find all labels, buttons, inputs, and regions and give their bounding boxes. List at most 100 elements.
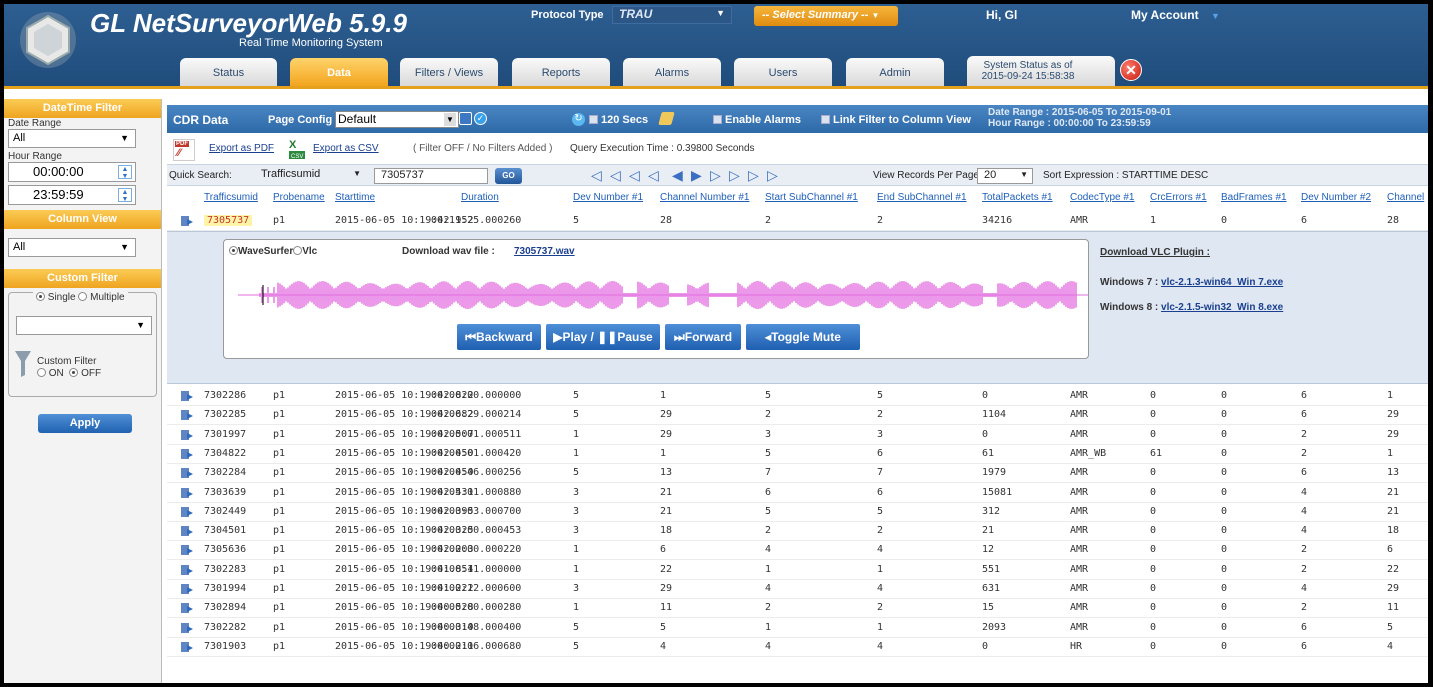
col-crcerrors-1[interactable]: CrcErrors #1 [1150,192,1207,203]
next-five-icon[interactable]: ▷ [710,168,721,182]
forward-button[interactable]: ⏭Forward [665,324,741,350]
col-channel-number-1[interactable]: Channel Number #1 [660,192,750,203]
off-radio[interactable] [69,368,79,377]
row-expand-icon[interactable] [181,525,193,537]
check-icon[interactable]: ✓ [474,112,487,125]
table-row[interactable]: 7303639 p1 2015-06-05 10:19:42.431 00:05:01… [167,484,1428,503]
col-end-subchannel-1[interactable]: End SubChannel #1 [877,192,967,203]
prev-ten-icon[interactable]: ◁ [629,168,640,182]
table-row[interactable]: 7302283 p1 2015-06-05 10:19:41.854 00:00:11… [167,561,1428,580]
multiple-radio[interactable] [78,292,88,301]
csv-icon[interactable]: X CSV [287,138,307,160]
row-expand-icon[interactable] [181,544,193,556]
last-page-icon[interactable]: ▷ [767,168,778,182]
tab-users[interactable]: Users [734,58,832,86]
table-row[interactable]: 7302284 p1 2015-06-05 10:19:42.450 00:00:46… [167,464,1428,484]
row-expand-icon[interactable] [181,429,193,441]
col-dev-number-2[interactable]: Dev Number #2 [1301,192,1371,203]
row-expand-icon[interactable] [181,622,193,634]
toggle-mute-button[interactable]: ◂Toggle Mute [746,324,860,350]
row-expand-icon[interactable] [181,448,193,460]
refresh-interval[interactable]: 120 Secs [589,114,648,126]
row-expand-icon[interactable] [181,409,193,421]
error-x-icon[interactable]: ✕ [1120,59,1142,81]
col-badframes-1[interactable]: BadFrames #1 [1221,192,1287,203]
row-expand-icon[interactable] [181,564,193,576]
tab-alarms[interactable]: Alarms [623,58,721,86]
row-expand-icon[interactable] [181,583,193,595]
row-expand-icon[interactable] [181,487,193,499]
col-start-subchannel-1[interactable]: Start SubChannel #1 [765,192,858,203]
col-channel[interactable]: Channel [1387,192,1424,203]
col-probename[interactable]: Probename [273,192,325,203]
summary-select[interactable]: -- Select Summary -- ▼ [754,6,898,26]
search-field-select[interactable]: Trafficsumid ▼ [255,168,365,184]
vlc-radio[interactable] [293,246,303,255]
export-csv-link[interactable]: Export as CSV [313,143,379,154]
go-button[interactable]: GO [495,168,522,184]
row-expand-icon[interactable] [181,602,193,614]
col-codectype-1[interactable]: CodecType #1 [1070,192,1135,203]
custom-filter-select[interactable]: ▼ [16,316,152,335]
table-row[interactable]: 7305636 p1 2015-06-05 10:19:42.203 00:00:00… [167,541,1428,561]
edit-pencil-icon[interactable] [658,112,675,125]
row-expand-icon[interactable] [181,467,193,479]
link-filter-toggle[interactable]: Link Filter to Column View [821,114,971,126]
row-expand-icon[interactable] [181,215,193,227]
tab-filters-views[interactable]: Filters / Views [400,58,498,86]
next-ten-icon[interactable]: ▷ [729,168,740,182]
audio-waveform[interactable] [238,272,1098,318]
prev-five-icon[interactable]: ◁ [648,168,659,182]
play-pause-button[interactable]: ▶Play / ❚❚Pause [546,324,660,350]
table-row[interactable]: 7301997 p1 2015-06-05 10:19:42.507 00:00:01… [167,426,1428,445]
table-row[interactable]: 7302285 p1 2015-06-05 10:19:42.682 00:00:29… [167,406,1428,426]
hour-from-input[interactable]: 00:00:00 ▲ ▼ [8,162,136,182]
apply-button[interactable]: Apply [38,414,132,433]
system-status-tab[interactable]: System Status as of 2015-09-24 15:58:38 [967,56,1115,86]
table-row[interactable]: 7301903 p1 2015-06-05 10:19:40.211 00:00:06… [167,638,1428,657]
col-starttime[interactable]: Starttime [335,192,375,203]
tab-reports[interactable]: Reports [512,58,610,86]
tab-status[interactable]: Status [180,58,277,86]
table-row[interactable]: 7302286 p1 2015-06-05 10:19:42.822 00:00:00… [167,387,1428,406]
table-row[interactable]: 7304501 p1 2015-06-05 10:19:42.325 00:00:00… [167,522,1428,542]
col-duration[interactable]: Duration [461,192,499,203]
enable-alarms-checkbox[interactable] [713,115,722,124]
refresh-checkbox[interactable] [589,115,598,124]
my-account-menu[interactable]: My Account [1131,8,1199,22]
col-dev-number-1[interactable]: Dev Number #1 [573,192,643,203]
refresh-icon[interactable]: ↻ [572,113,585,126]
table-row[interactable]: 7301994 p1 2015-06-05 10:19:41.222 00:00:12… [167,580,1428,599]
link-filter-checkbox[interactable] [821,115,830,124]
vlc-win7-link[interactable]: vlc-2.1.3-win64_Win 7.exe [1161,277,1283,288]
row-expand-icon[interactable] [181,641,193,653]
export-pdf-link[interactable]: Export as PDF [209,143,274,154]
page-config-select[interactable]: Default ▼ [335,111,459,128]
date-range-select[interactable]: All ▼ [8,129,136,148]
wavesurfer-radio[interactable] [229,246,238,255]
next-page-icon[interactable]: ▶ [691,168,702,182]
column-view-select[interactable]: All ▼ [8,238,136,257]
search-input[interactable]: 7305737 [374,168,488,184]
tab-admin[interactable]: Admin [846,58,944,86]
backward-button[interactable]: ⏮Backward [457,324,541,350]
on-radio[interactable] [37,368,46,377]
table-row[interactable]: 7305737 p1 2015-06-05 10:19:42.952 00:11:25… [167,212,1428,231]
hour-to-input[interactable]: 23:59:59 ▲ ▼ [8,185,136,205]
col-totalpackets-1[interactable]: TotalPackets #1 [982,192,1053,203]
chevron-down-icon[interactable]: ▼ [1211,11,1220,21]
download-wav-link[interactable]: 7305737.wav [514,246,575,257]
vlc-win8-link[interactable]: vlc-2.1.5-win32_Win 8.exe [1161,302,1283,313]
spinner-icon[interactable]: ▲ ▼ [118,188,132,203]
table-row[interactable]: 7302894 p1 2015-06-05 10:19:40.528 00:00:00… [167,599,1428,619]
tab-data[interactable]: Data [290,58,388,86]
table-row[interactable]: 7302282 p1 2015-06-05 10:19:40.310 00:00:48… [167,619,1428,638]
prev-page-icon[interactable]: ◀ [672,168,683,182]
next-block-icon[interactable]: ▷ [748,168,759,182]
table-row[interactable]: 7304822 p1 2015-06-05 10:19:42.450 00:00:01… [167,445,1428,464]
single-radio[interactable] [36,292,45,301]
first-page-icon[interactable]: ◁ [591,168,602,182]
row-expand-icon[interactable] [181,506,193,518]
records-per-page-select[interactable]: 20 ▼ [977,168,1033,184]
prev-block-icon[interactable]: ◁ [610,168,621,182]
